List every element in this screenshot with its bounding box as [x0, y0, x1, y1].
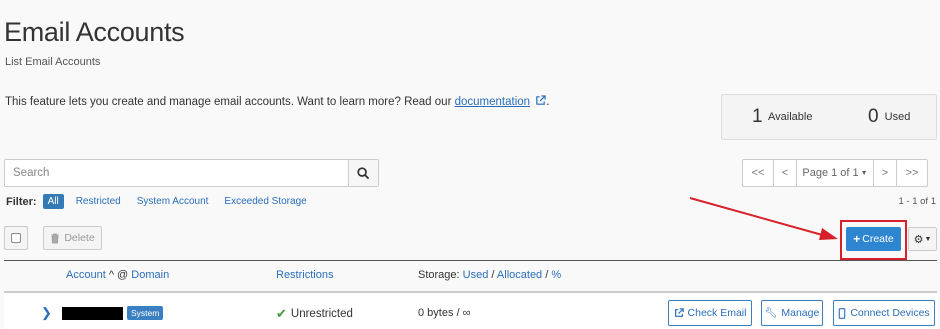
filter-bar: Filter: All Restricted System Account Ex… — [6, 194, 323, 209]
column-allocated[interactable]: Allocated — [497, 269, 542, 281]
search-input[interactable] — [5, 160, 348, 186]
used-label: Used — [884, 111, 911, 123]
external-link-icon — [674, 308, 684, 317]
restriction-label: Unrestricted — [290, 308, 353, 320]
wrench-icon: 🔧︎ — [764, 307, 778, 319]
column-domain[interactable]: Domain — [131, 269, 169, 281]
filter-restricted[interactable]: Restricted — [76, 196, 121, 207]
filter-all[interactable]: All — [42, 194, 64, 209]
first-page-button[interactable]: << — [742, 159, 774, 187]
filter-label: Filter: — [6, 195, 37, 208]
next-page-button[interactable]: > — [873, 159, 897, 187]
column-account-domain[interactable]: Account ^ @ Domain — [66, 269, 169, 281]
separator: / — [491, 269, 495, 281]
storage-value: 0 bytes / ∞ — [418, 307, 471, 319]
available-count: 1 — [752, 106, 763, 127]
column-percent[interactable]: % — [551, 269, 561, 281]
intro-suffix: . — [546, 96, 550, 108]
storage-prefix: Storage: — [418, 269, 460, 281]
page-subtitle: List Email Accounts — [5, 56, 101, 68]
check-icon: ✔ — [276, 306, 287, 321]
used-stat: 0 Used — [868, 106, 910, 128]
documentation-link[interactable]: documentation — [455, 96, 530, 108]
system-badge: System — [127, 306, 164, 320]
search-icon — [357, 166, 370, 179]
page-label: Page 1 of 1 — [802, 167, 859, 179]
settings-dropdown-button[interactable]: ⚙ ▼ — [908, 227, 937, 251]
page-select[interactable]: Page 1 of 1 ▼ — [796, 159, 874, 187]
column-account[interactable]: Account — [66, 269, 106, 281]
manage-label: Manage — [781, 307, 820, 319]
caret-down-icon: ▼ — [924, 235, 932, 243]
search-box — [4, 159, 379, 187]
filter-system-account[interactable]: System Account — [137, 196, 209, 207]
column-restrictions[interactable]: Restrictions — [276, 269, 333, 281]
prev-page-button[interactable]: < — [773, 159, 797, 187]
caret-down-icon: ▼ — [860, 169, 868, 177]
result-count: 1 - 1 of 1 — [898, 196, 937, 207]
manage-button[interactable]: 🔧︎ Manage — [761, 300, 823, 326]
delete-button[interactable]: Delete — [43, 226, 102, 250]
create-button[interactable]: + Create — [846, 227, 901, 251]
gear-icon: ⚙ — [913, 233, 924, 246]
create-label: Create — [862, 233, 894, 245]
separator: / — [545, 269, 549, 281]
table-header-top-border — [4, 260, 937, 261]
account-stats-panel: 1 Available 0 Used — [721, 94, 937, 140]
sort-asc-icon: ^ — [108, 269, 114, 281]
delete-label: Delete — [64, 232, 95, 244]
column-used[interactable]: Used — [463, 269, 489, 281]
check-email-button[interactable]: Check Email — [668, 300, 752, 326]
plus-icon: + — [853, 232, 861, 246]
select-all-checkbox[interactable] — [4, 226, 28, 250]
mobile-device-icon — [839, 307, 846, 319]
restriction-status: ✔ Unrestricted — [276, 306, 353, 322]
connect-devices-label: Connect Devices — [850, 307, 930, 319]
available-label: Available — [768, 111, 813, 123]
search-button[interactable] — [348, 160, 378, 186]
external-link-icon — [536, 95, 546, 105]
available-stat: 1 Available — [752, 106, 812, 128]
intro-text: This feature lets you create and manage … — [5, 95, 549, 108]
filter-exceeded-storage[interactable]: Exceeded Storage — [224, 196, 306, 207]
redacted-account-name — [62, 307, 123, 320]
expand-row-chevron-icon[interactable]: ❯ — [41, 305, 52, 321]
check-email-label: Check Email — [687, 307, 747, 319]
checkbox-box — [11, 233, 21, 243]
column-storage: Storage: Used / Allocated / % — [418, 269, 561, 281]
column-at: @ — [117, 269, 129, 281]
trash-icon — [51, 233, 60, 243]
page-title: Email Accounts — [4, 17, 185, 47]
connect-devices-button[interactable]: Connect Devices — [833, 300, 935, 326]
intro-body: This feature lets you create and manage … — [5, 96, 455, 108]
used-count: 0 — [868, 106, 879, 127]
pagination: << < Page 1 of 1 ▼ > >> — [742, 159, 928, 187]
last-page-button[interactable]: >> — [896, 159, 928, 187]
